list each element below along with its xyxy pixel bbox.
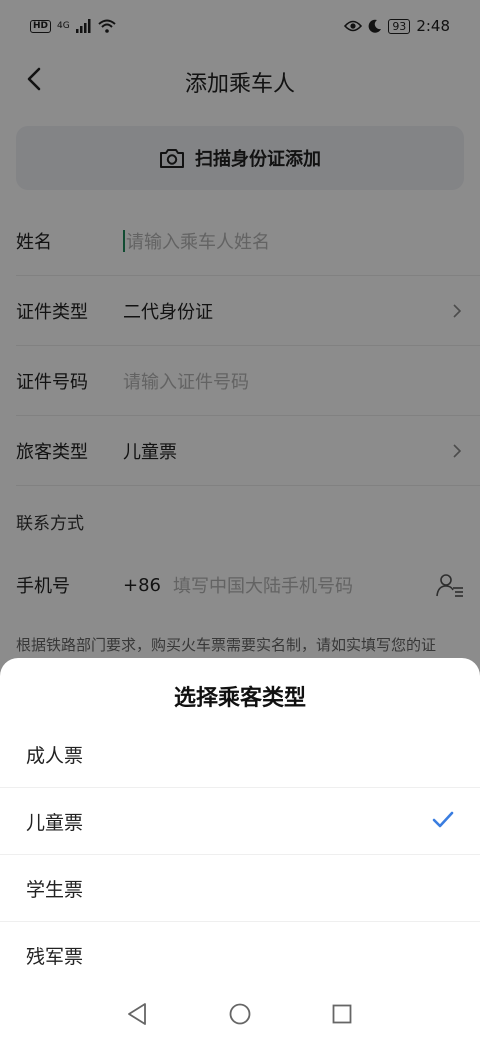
passenger-type-sheet: 选择乘客类型 成人票 儿童票 学生票 残军票 (0, 658, 480, 1040)
add-passenger-page: HD 4G 93 2:48 添加乘车人 扫描身份证添加 姓名 请输入乘车人姓名 … (0, 0, 480, 1040)
system-nav-bar (0, 990, 480, 1040)
system-home-icon[interactable] (229, 1003, 251, 1025)
system-recent-apps-icon[interactable] (332, 1004, 352, 1024)
sheet-title: 选择乘客类型 (173, 686, 306, 711)
option-adult-ticket[interactable]: 成人票 (0, 721, 480, 788)
option-label: 成人票 (26, 744, 84, 767)
option-student-ticket[interactable]: 学生票 (0, 855, 480, 922)
option-child-ticket[interactable]: 儿童票 (0, 788, 480, 855)
checkmark-icon (432, 811, 454, 828)
option-label: 儿童票 (26, 811, 84, 834)
option-label: 学生票 (26, 878, 84, 901)
system-back-icon[interactable] (126, 1002, 148, 1026)
option-disabled-military-ticket[interactable]: 残军票 (0, 922, 480, 989)
option-label: 残军票 (26, 946, 84, 968)
